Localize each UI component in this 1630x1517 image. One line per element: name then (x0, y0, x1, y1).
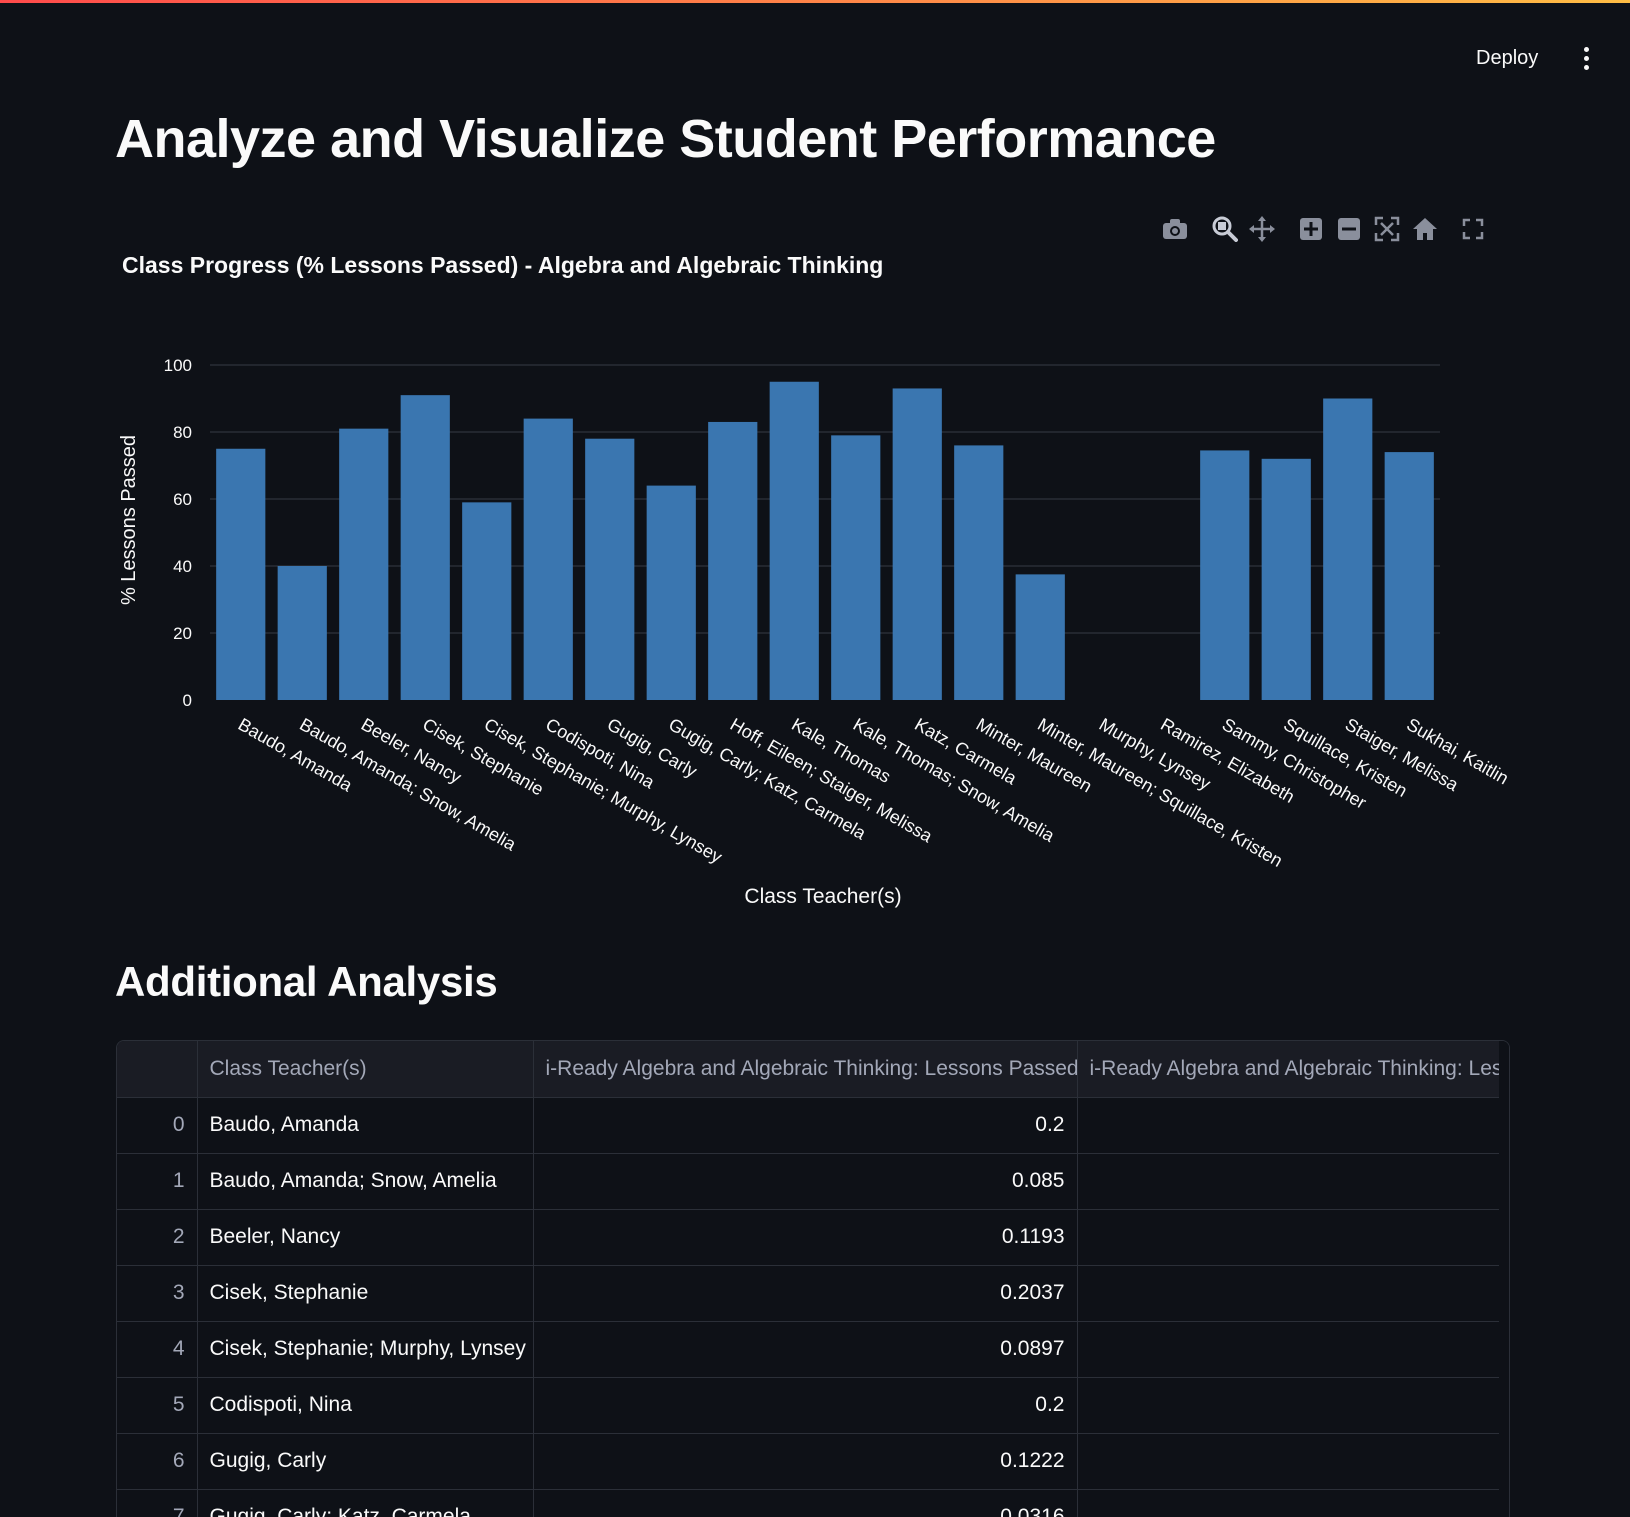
y-tick-label: 60 (173, 490, 192, 509)
row-lessons[interactable] (1077, 1321, 1509, 1378)
y-tick-label: 80 (173, 423, 192, 442)
home-icon[interactable] (1410, 214, 1440, 244)
row-lessons-passed[interactable]: 0.0897 (533, 1321, 1078, 1378)
row-lessons[interactable] (1077, 1377, 1509, 1434)
x-tick-labels: Baudo, AmandaBaudo, Amanda; Snow, Amelia… (235, 714, 1510, 871)
table-row[interactable]: 5 Codispoti, Nina 0.2 (117, 1377, 1509, 1434)
pan-icon[interactable] (1247, 214, 1277, 244)
bar[interactable] (1323, 398, 1373, 701)
deploy-button[interactable]: Deploy (1460, 40, 1554, 76)
section-title: Additional Analysis (115, 958, 498, 1005)
y-tick-label: 20 (173, 624, 192, 643)
bar[interactable] (892, 388, 942, 700)
bar-chart: Class Progress (% Lessons Passed) - Alge… (110, 250, 1510, 920)
row-teacher[interactable]: Gugig, Carly; Katz, Carmela (197, 1489, 534, 1517)
row-teacher[interactable]: Beeler, Nancy (197, 1209, 534, 1266)
row-teacher[interactable]: Baudo, Amanda; Snow, Amelia (197, 1153, 534, 1210)
table-row[interactable]: 4 Cisek, Stephanie; Murphy, Lynsey 0.0897 (117, 1321, 1509, 1378)
row-lessons[interactable] (1077, 1489, 1509, 1517)
row-index[interactable]: 4 (117, 1321, 198, 1378)
page-title: Analyze and Visualize Student Performanc… (115, 109, 1216, 169)
table-header-row: Class Teacher(s) i-Ready Algebra and Alg… (117, 1041, 1509, 1098)
top-decoration-bar (0, 0, 1630, 3)
table-row[interactable]: 1 Baudo, Amanda; Snow, Amelia 0.085 (117, 1153, 1509, 1210)
table-row[interactable]: 2 Beeler, Nancy 0.1193 (117, 1209, 1509, 1266)
data-table[interactable]: Class Teacher(s) i-Ready Algebra and Alg… (116, 1040, 1510, 1517)
row-index[interactable]: 1 (117, 1153, 198, 1210)
bar[interactable] (769, 381, 819, 700)
bar[interactable] (216, 448, 266, 700)
row-lessons-passed[interactable]: 0.1193 (533, 1209, 1078, 1266)
row-lessons[interactable] (1077, 1265, 1509, 1322)
zoom-in-icon[interactable] (1296, 214, 1326, 244)
bar[interactable] (1015, 574, 1065, 700)
table-row[interactable]: 7 Gugig, Carly; Katz, Carmela 0.0316 (117, 1489, 1509, 1517)
row-index[interactable]: 3 (117, 1265, 198, 1322)
zoom-out-icon[interactable] (1334, 214, 1364, 244)
table-row[interactable]: 0 Baudo, Amanda 0.2 (117, 1097, 1509, 1154)
row-lessons-passed[interactable]: 0.2 (533, 1097, 1078, 1154)
table-body: 0 Baudo, Amanda 0.2 1 Baudo, Amanda; Snow, A… (117, 1097, 1509, 1517)
main-menu-icon[interactable] (1572, 44, 1600, 72)
row-lessons[interactable] (1077, 1153, 1509, 1210)
chart-modebar (1160, 214, 1500, 248)
row-teacher[interactable]: Cisek, Stephanie; Murphy, Lynsey (197, 1321, 534, 1378)
autoscale-icon[interactable] (1372, 214, 1402, 244)
bars (216, 381, 1434, 701)
bar[interactable] (523, 418, 573, 700)
row-index[interactable]: 5 (117, 1377, 198, 1434)
row-index[interactable]: 2 (117, 1209, 198, 1266)
chart-title: Class Progress (% Lessons Passed) - Alge… (122, 252, 883, 278)
bar[interactable] (585, 438, 635, 700)
row-teacher[interactable]: Baudo, Amanda (197, 1097, 534, 1154)
y-tick-labels: 0 20 40 60 80 100 (164, 356, 192, 710)
fullscreen-icon[interactable] (1458, 214, 1488, 244)
y-tick-label: 0 (183, 691, 192, 710)
row-teacher[interactable]: Codispoti, Nina (197, 1377, 534, 1434)
camera-icon[interactable] (1160, 214, 1190, 244)
y-axis-title: % Lessons Passed (118, 435, 140, 605)
row-lessons-passed[interactable]: 0.1222 (533, 1433, 1078, 1490)
zoom-icon[interactable] (1210, 214, 1240, 244)
bar[interactable] (1261, 458, 1311, 700)
row-lessons-passed[interactable]: 0.085 (533, 1153, 1078, 1210)
row-index[interactable]: 6 (117, 1433, 198, 1490)
bar[interactable] (646, 485, 696, 700)
chart-canvas: Class Progress (% Lessons Passed) - Alge… (118, 252, 1510, 908)
bar[interactable] (1384, 452, 1434, 700)
bar[interactable] (400, 395, 450, 700)
y-tick-label: 40 (173, 557, 192, 576)
table-row[interactable]: 3 Cisek, Stephanie 0.2037 (117, 1265, 1509, 1322)
table-row[interactable]: 6 Gugig, Carly 0.1222 (117, 1433, 1509, 1490)
bar[interactable] (1200, 450, 1250, 700)
column-header-teacher[interactable]: Class Teacher(s) (197, 1041, 534, 1098)
column-header-lessons[interactable]: i-Ready Algebra and Algebraic Thinking: … (1077, 1041, 1509, 1098)
table-scroll-edge (1499, 1041, 1509, 1517)
column-header-lessons-passed[interactable]: i-Ready Algebra and Algebraic Thinking: … (533, 1041, 1078, 1098)
column-header-index[interactable] (117, 1041, 198, 1098)
row-lessons[interactable] (1077, 1433, 1509, 1490)
row-lessons-passed[interactable]: 0.2 (533, 1377, 1078, 1434)
bar[interactable] (462, 502, 512, 700)
row-lessons[interactable] (1077, 1209, 1509, 1266)
row-lessons[interactable] (1077, 1097, 1509, 1154)
row-index[interactable]: 0 (117, 1097, 198, 1154)
y-tick-label: 100 (164, 356, 192, 375)
row-teacher[interactable]: Cisek, Stephanie (197, 1265, 534, 1322)
bar[interactable] (339, 428, 389, 700)
bar[interactable] (831, 435, 881, 700)
gridlines (210, 364, 1440, 634)
row-lessons-passed[interactable]: 0.2037 (533, 1265, 1078, 1322)
bar[interactable] (708, 421, 758, 700)
x-axis-title: Class Teacher(s) (744, 885, 901, 908)
bar[interactable] (954, 445, 1004, 700)
row-index[interactable]: 7 (117, 1489, 198, 1517)
row-lessons-passed[interactable]: 0.0316 (533, 1489, 1078, 1517)
bar[interactable] (277, 566, 327, 700)
row-teacher[interactable]: Gugig, Carly (197, 1433, 534, 1490)
